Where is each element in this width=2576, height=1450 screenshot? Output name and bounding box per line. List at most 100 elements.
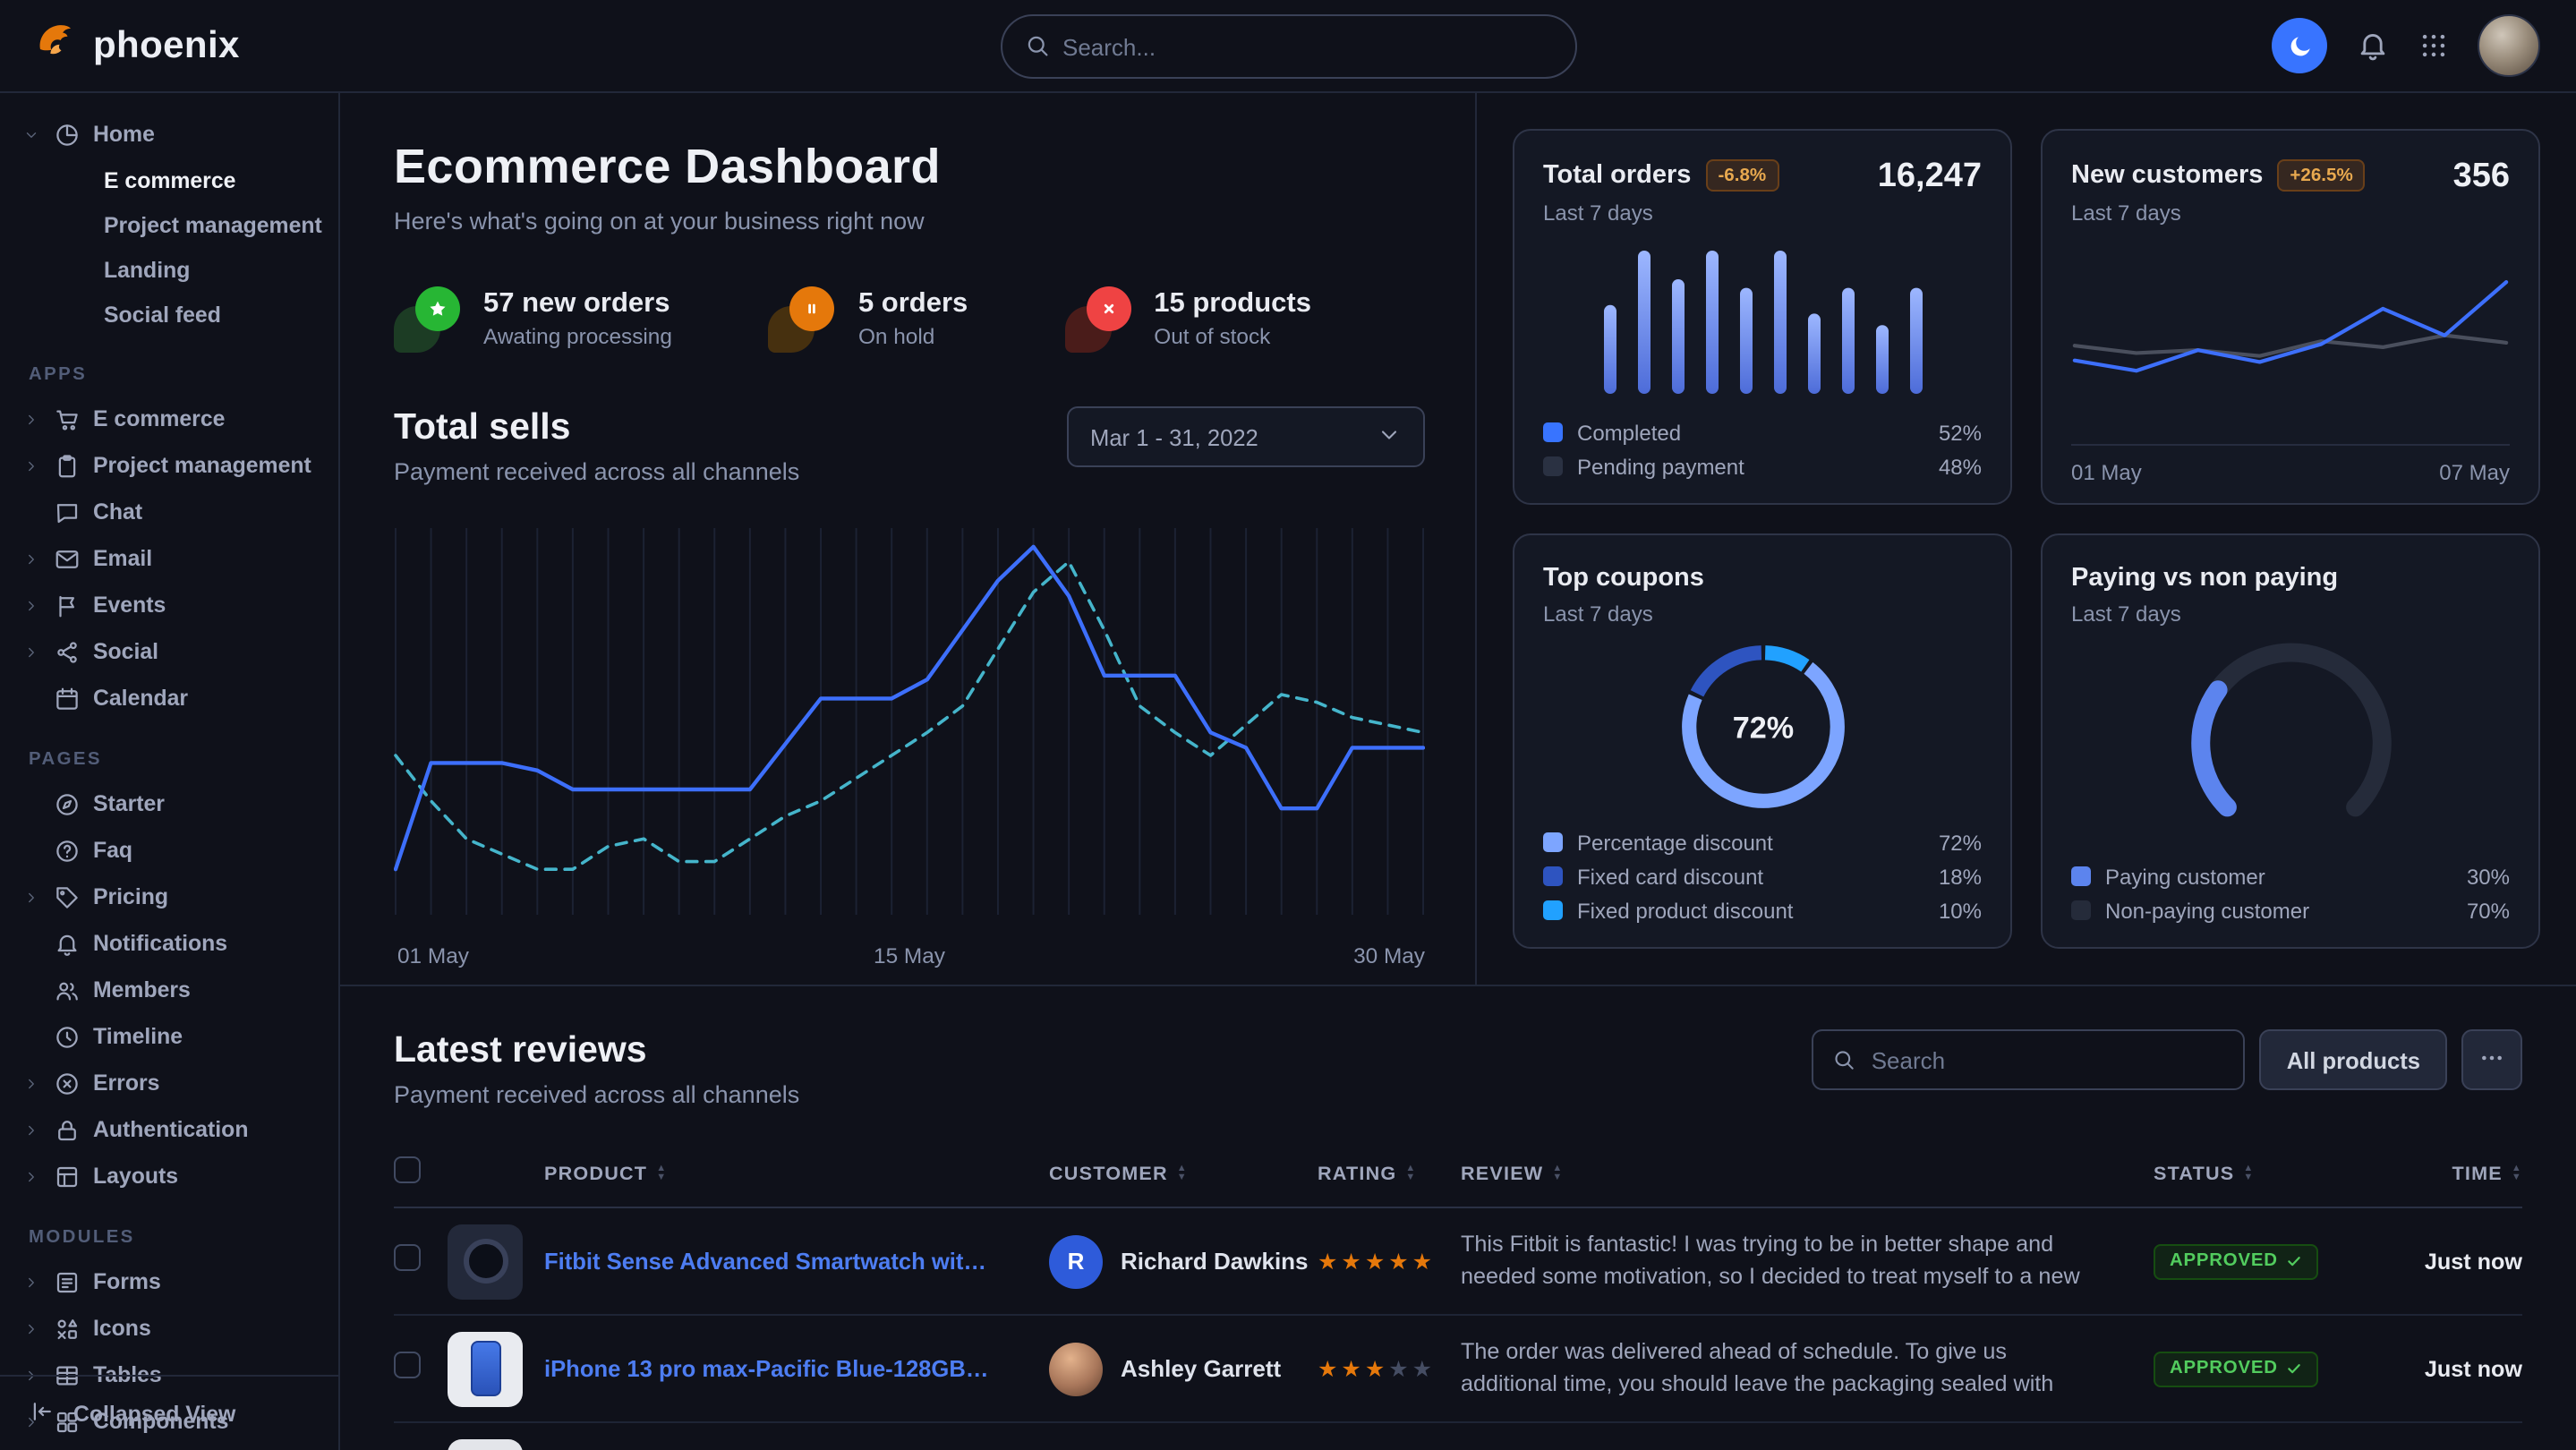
compass-icon bbox=[54, 790, 81, 817]
sidebar-item-label: Project management bbox=[93, 453, 311, 478]
pause-icon bbox=[769, 285, 837, 353]
sidebar-item-social-feed[interactable]: Social feed bbox=[0, 292, 338, 337]
user-avatar[interactable] bbox=[2478, 14, 2540, 77]
coupons-donut-chart: 72% bbox=[1666, 630, 1859, 823]
sidebar-item-forms[interactable]: Forms bbox=[0, 1258, 338, 1305]
date-range-select[interactable]: Mar 1 - 31, 2022 bbox=[1067, 406, 1425, 467]
review-text: This Fitbit is fantastic! I was trying t… bbox=[1461, 1227, 2154, 1295]
users-icon bbox=[54, 977, 81, 1003]
sidebar-item-chat[interactable]: Chat bbox=[0, 489, 338, 535]
product-link[interactable]: iPhone 13 pro max-Pacific Blue-128GB sto… bbox=[544, 1355, 1013, 1382]
sidebar-item-calendar[interactable]: Calendar bbox=[0, 675, 338, 721]
product-link[interactable]: Fitbit Sense Advanced Smartwatch with To… bbox=[544, 1248, 1013, 1275]
x-tick: 07 May bbox=[2439, 460, 2510, 485]
reviews-title: Latest reviews bbox=[394, 1029, 799, 1072]
card-period: Last 7 days bbox=[2071, 200, 2510, 226]
sort-icon: ▲▼ bbox=[1552, 1164, 1563, 1182]
stat-desc: Out of stock bbox=[1154, 324, 1311, 349]
chevron-down-icon bbox=[1377, 422, 1402, 452]
sidebar-item-notifications[interactable]: Notifications bbox=[0, 920, 338, 967]
sidebar-item-label: Forms bbox=[93, 1269, 161, 1294]
legend-completed: Completed52% bbox=[1543, 415, 1982, 449]
sidebar-item-label: Home bbox=[93, 122, 155, 147]
rating-stars: ★★★★★ bbox=[1318, 1249, 1436, 1274]
change-badge: +26.5% bbox=[2277, 159, 2365, 192]
phoenix-dashboard: phoenix HomeE commerceProject management… bbox=[0, 0, 2576, 1450]
kpi-cards: Total orders -6.8% Last 7 days 16,247 Co… bbox=[1475, 93, 2576, 985]
select-all-checkbox[interactable] bbox=[394, 1156, 421, 1182]
flag-icon bbox=[54, 592, 81, 618]
sidebar-item-email[interactable]: Email bbox=[0, 535, 338, 582]
change-badge: -6.8% bbox=[1705, 159, 1778, 192]
x-icon bbox=[1064, 285, 1132, 353]
brand-logo[interactable]: phoenix bbox=[32, 18, 240, 73]
sidebar-item-e-commerce[interactable]: E commerce bbox=[0, 396, 338, 442]
sidebar-item-social[interactable]: Social bbox=[0, 628, 338, 675]
total-sells-title: Total sells bbox=[394, 406, 799, 449]
column-header-status[interactable]: STATUS▲▼ bbox=[2154, 1163, 2372, 1184]
reviews-search-input[interactable] bbox=[1813, 1029, 2246, 1090]
sidebar-item-faq[interactable]: Faq bbox=[0, 827, 338, 874]
total-orders-card: Total orders -6.8% Last 7 days 16,247 Co… bbox=[1513, 129, 2012, 505]
apps-grid-button[interactable] bbox=[2418, 30, 2449, 61]
x-tick: 01 May bbox=[397, 943, 469, 968]
chevron-right-icon bbox=[23, 550, 41, 567]
sidebar-item-icons[interactable]: Icons bbox=[0, 1305, 338, 1352]
column-header-review[interactable]: REVIEW▲▼ bbox=[1461, 1163, 2154, 1184]
sidebar-item-starter[interactable]: Starter bbox=[0, 780, 338, 827]
status-badge: APPROVED bbox=[2154, 1352, 2319, 1387]
chat-icon bbox=[54, 499, 81, 525]
sidebar-section-label: PAGES bbox=[0, 721, 338, 780]
top-navbar: phoenix bbox=[0, 0, 2576, 93]
moon-icon bbox=[2285, 31, 2314, 60]
all-products-button[interactable]: All products bbox=[2260, 1029, 2447, 1090]
stat-value: 5 orders bbox=[858, 288, 968, 320]
card-title: Total orders bbox=[1543, 161, 1691, 190]
column-header-rating[interactable]: RATING▲▼ bbox=[1318, 1163, 1461, 1184]
sidebar-item-e-commerce[interactable]: E commerce bbox=[0, 158, 338, 202]
search-input[interactable] bbox=[1000, 14, 1576, 79]
x-tick: 30 May bbox=[1353, 943, 1425, 968]
collapse-icon bbox=[29, 1397, 55, 1429]
card-period: Last 7 days bbox=[1543, 200, 1982, 226]
stat-desc: On hold bbox=[858, 324, 968, 349]
more-options-button[interactable] bbox=[2461, 1029, 2522, 1090]
row-checkbox[interactable] bbox=[394, 1243, 421, 1270]
column-header-customer[interactable]: CUSTOMER▲▼ bbox=[1049, 1163, 1318, 1184]
sidebar-item-landing[interactable]: Landing bbox=[0, 247, 338, 292]
table-header-row: PRODUCT▲▼CUSTOMER▲▼RATING▲▼REVIEW▲▼STATU… bbox=[394, 1140, 2522, 1208]
sidebar-item-project-management[interactable]: Project management bbox=[0, 202, 338, 247]
column-header-time[interactable]: TIME▲▼ bbox=[2372, 1163, 2522, 1184]
card-title: New customers bbox=[2071, 161, 2263, 190]
sidebar-section-label: MODULES bbox=[0, 1199, 338, 1258]
legend-fixed-card-discount: Fixed card discount18% bbox=[1543, 859, 1982, 893]
share-icon bbox=[54, 638, 81, 665]
paying-gauge-chart bbox=[2137, 634, 2444, 825]
table-row bbox=[394, 1423, 2522, 1450]
notifications-button[interactable] bbox=[2356, 29, 2390, 63]
sidebar-item-events[interactable]: Events bbox=[0, 582, 338, 628]
sidebar-item-home[interactable]: Home bbox=[0, 111, 338, 158]
sidebar-section-label: APPS bbox=[0, 337, 338, 396]
sidebar-item-layouts[interactable]: Layouts bbox=[0, 1153, 338, 1199]
sidebar-item-pricing[interactable]: Pricing bbox=[0, 874, 338, 920]
sidebar-item-label: Notifications bbox=[93, 931, 227, 956]
sidebar-item-errors[interactable]: Errors bbox=[0, 1060, 338, 1106]
sidebar-item-project-management[interactable]: Project management bbox=[0, 442, 338, 489]
x-axis-labels: 01 May 15 May 30 May bbox=[394, 943, 1425, 972]
calendar-icon bbox=[54, 685, 81, 712]
sidebar-item-authentication[interactable]: Authentication bbox=[0, 1106, 338, 1153]
total-sells-subtitle: Payment received across all channels bbox=[394, 458, 799, 485]
row-checkbox[interactable] bbox=[394, 1351, 421, 1378]
column-header-product[interactable]: PRODUCT▲▼ bbox=[544, 1163, 1049, 1184]
date-range-value: Mar 1 - 31, 2022 bbox=[1090, 423, 1258, 450]
legend-fixed-product-discount: Fixed product discount10% bbox=[1543, 893, 1982, 927]
chevron-right-icon bbox=[23, 1168, 41, 1184]
collapse-view-button[interactable]: Collapsed View bbox=[0, 1375, 338, 1450]
chevron-right-icon bbox=[23, 1122, 41, 1138]
grid-icon bbox=[2418, 39, 2449, 66]
card-title: Paying vs non paying bbox=[2071, 564, 2338, 593]
sidebar-item-timeline[interactable]: Timeline bbox=[0, 1013, 338, 1060]
theme-toggle-button[interactable] bbox=[2272, 18, 2327, 73]
sidebar-item-members[interactable]: Members bbox=[0, 967, 338, 1013]
